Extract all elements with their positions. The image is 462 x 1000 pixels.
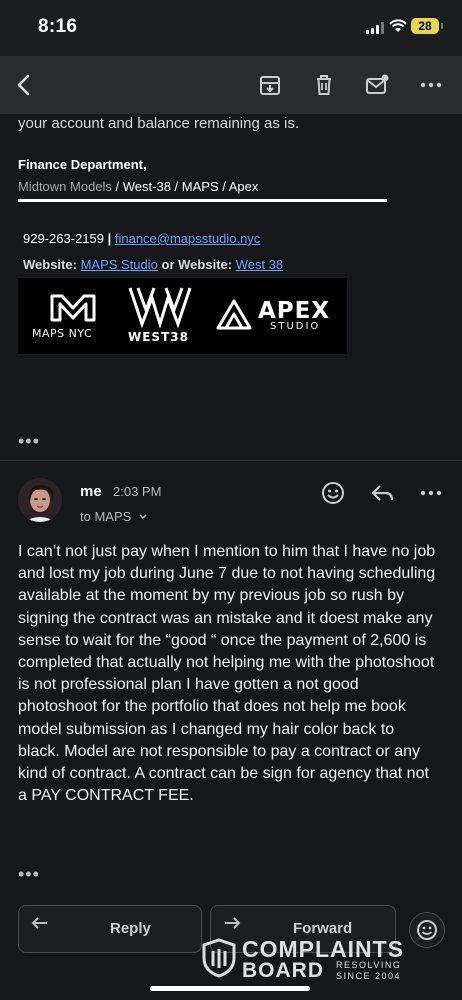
complaints-board-watermark: COMPLAINTS BOARD RESOLVING SINCE 2004	[202, 936, 442, 982]
sender-name: me	[80, 483, 102, 500]
apex-logo-icon	[216, 299, 252, 330]
watermark-line2: BOARD	[242, 959, 324, 982]
west38-logo-text: WEST38	[128, 330, 189, 344]
show-trimmed-content-button[interactable]: •••	[18, 431, 40, 452]
home-indicator[interactable]	[150, 986, 310, 991]
message-body: I can’t not just pay when I mention to h…	[18, 543, 436, 805]
signature-divider	[18, 199, 387, 202]
maps-logo-icon	[50, 294, 96, 322]
message-separator	[0, 460, 462, 461]
mark-unread-icon[interactable]	[364, 72, 390, 98]
watermark-tagline-1: RESOLVING	[336, 960, 402, 970]
company-others: / West-38 / MAPS / Apex	[111, 179, 259, 194]
archive-icon[interactable]	[257, 72, 283, 98]
battery-indicator: 28	[411, 18, 443, 34]
status-time: 8:16	[38, 16, 78, 37]
recipients-dropdown[interactable]: to MAPS	[80, 509, 148, 524]
website-label: Website:	[23, 257, 77, 272]
watermark-tagline-2: SINCE 2004	[336, 971, 402, 981]
reply-icon[interactable]	[370, 480, 396, 506]
west38-logo-icon	[128, 287, 192, 328]
forward-arrow-icon	[225, 917, 241, 929]
trash-icon[interactable]	[311, 72, 337, 98]
message-time: 2:03 PM	[113, 484, 162, 499]
message-more-icon[interactable]	[418, 480, 444, 506]
company-logos-banner: MAPS NYC WEST38 APEX STUDIO	[18, 278, 347, 354]
finance-email-link[interactable]: finance@mapsstudio.nyc	[115, 231, 260, 246]
signature-department: Finance Department,	[18, 157, 147, 172]
reply-button[interactable]: Reply	[18, 905, 202, 953]
recipients-text: to MAPS	[80, 509, 132, 524]
west38-link[interactable]: West 38	[236, 257, 283, 272]
signature-companies: Midtown Models / West-38 / MAPS / Apex	[18, 179, 258, 194]
forward-label: Forward	[293, 920, 353, 937]
reply-arrow-icon	[31, 917, 47, 929]
back-arrow-icon[interactable]	[12, 72, 38, 98]
maps-logo-text: MAPS NYC	[32, 327, 93, 340]
signal-icon	[366, 22, 384, 34]
company-midtown: Midtown Models	[18, 179, 112, 194]
more-icon[interactable]	[418, 72, 444, 98]
apex-logo-subtitle: STUDIO	[270, 321, 321, 332]
avatar[interactable]	[18, 478, 62, 522]
or-text: or	[161, 257, 175, 272]
reply-label: Reply	[110, 920, 151, 937]
shield-logo-icon	[202, 938, 236, 978]
website-line: Website: MAPS Studio or Website: West 38	[23, 257, 283, 272]
website-label-2: Website:	[178, 257, 233, 272]
show-quoted-text-button[interactable]: •••	[18, 864, 40, 885]
chevron-down-icon	[139, 514, 147, 520]
signature-contact: 929-263-2159 | finance@mapsstudio.nyc	[23, 231, 260, 246]
contact-separator: |	[107, 231, 112, 246]
status-bar: 8:16 28	[0, 0, 462, 56]
maps-studio-link[interactable]: MAPS Studio	[81, 257, 158, 272]
email-toolbar	[0, 56, 462, 114]
avatar-image	[18, 478, 62, 522]
phone-number[interactable]: 929-263-2159	[23, 231, 104, 246]
wifi-icon	[389, 19, 407, 32]
email-text-line: your account and balance remaining as is…	[18, 115, 300, 132]
emoji-reaction-icon[interactable]	[320, 480, 346, 506]
